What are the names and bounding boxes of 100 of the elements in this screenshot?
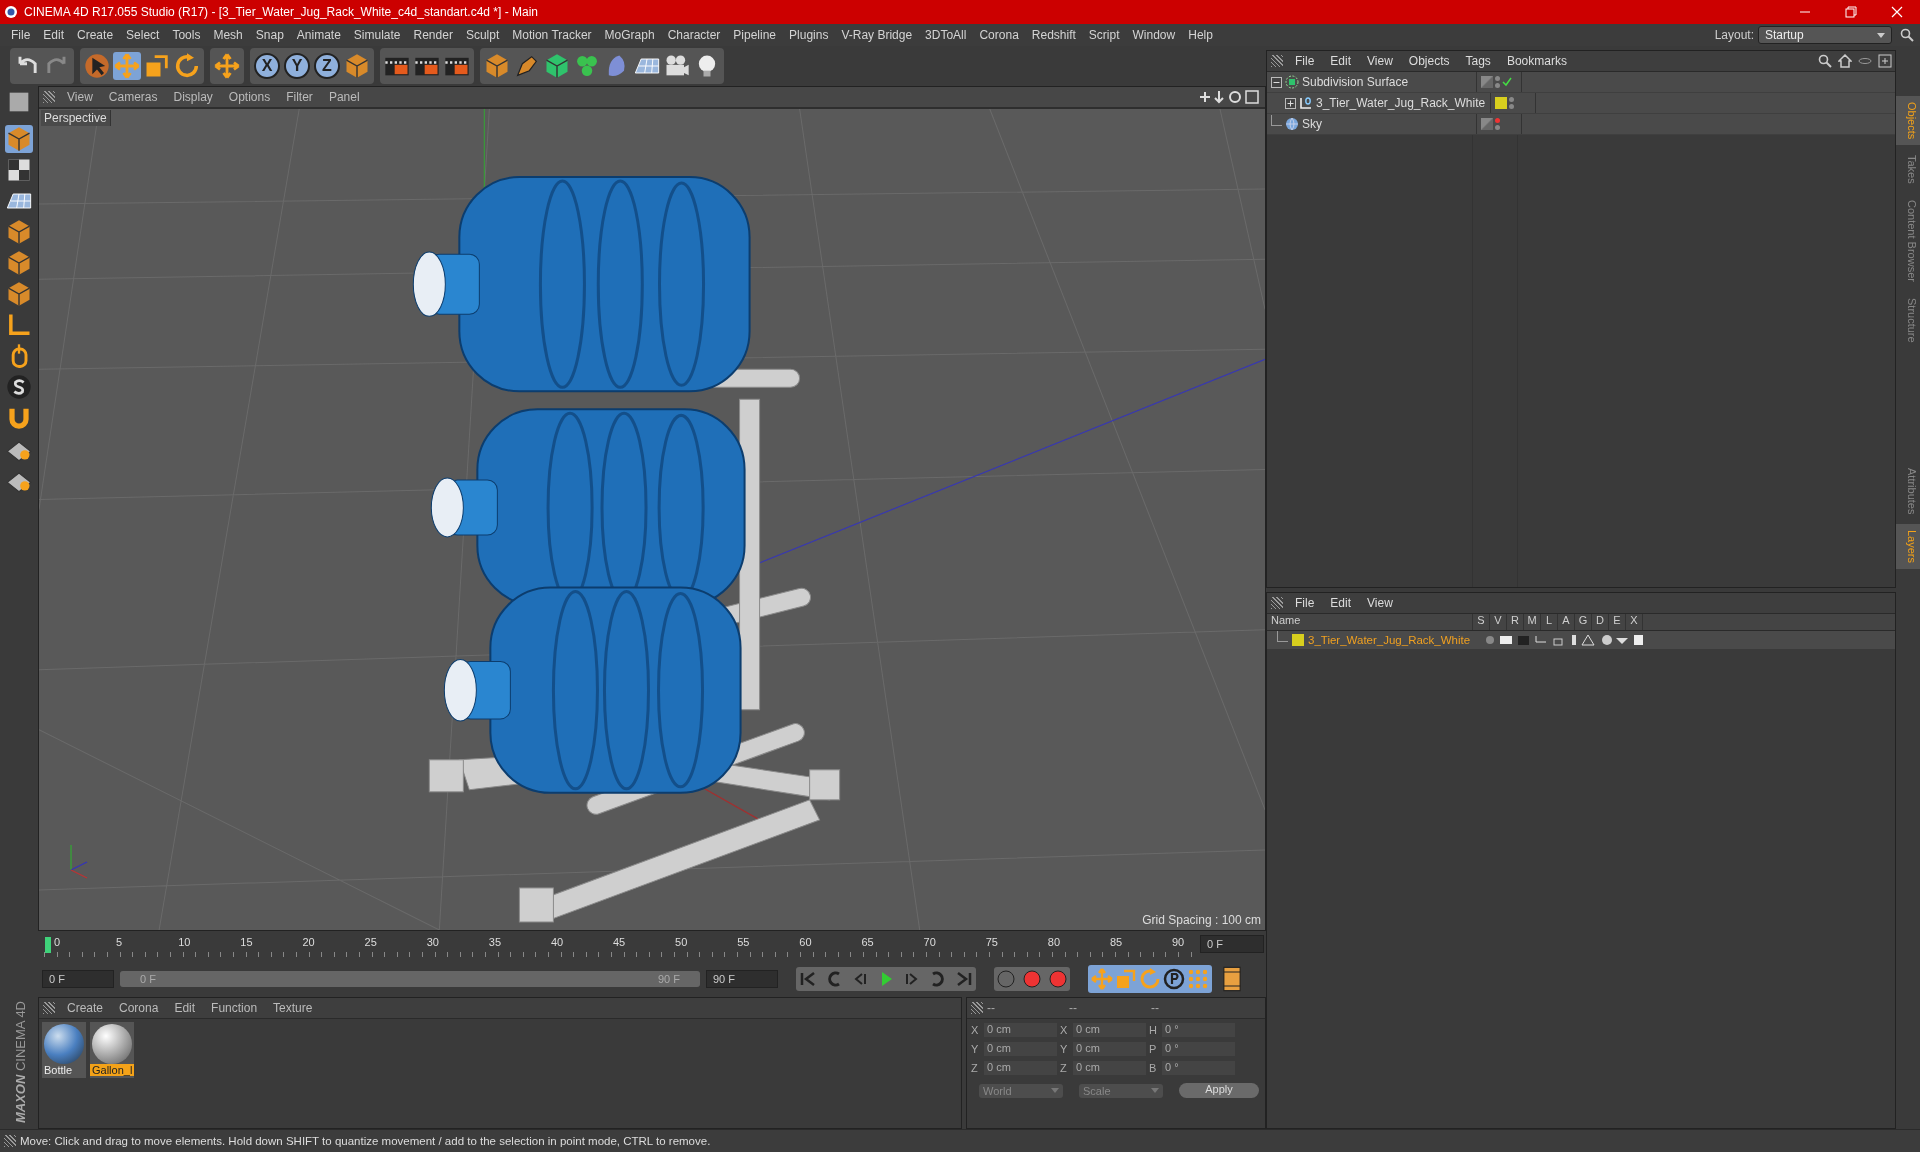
column-header[interactable]: V	[1490, 614, 1507, 630]
menu-item[interactable]: Help	[1181, 28, 1219, 42]
menu-item[interactable]: Pipeline	[726, 28, 783, 42]
visibility-dots-icon[interactable]	[1495, 76, 1500, 88]
coordinate-field[interactable]: 0 °	[1161, 1041, 1236, 1057]
menu-item[interactable]: Create	[70, 28, 120, 42]
material-menu-item[interactable]: Corona	[111, 1001, 167, 1015]
model-mode-icon[interactable]	[5, 125, 33, 153]
camera-label[interactable]: Perspective	[41, 110, 111, 126]
menu-item[interactable]: V-Ray Bridge	[834, 28, 919, 42]
menu-item[interactable]: Mesh	[206, 28, 249, 42]
coordinate-field[interactable]: 0 cm	[983, 1041, 1058, 1057]
menu-item[interactable]: Motion Tracker	[505, 28, 598, 42]
column-header[interactable]: R	[1507, 614, 1524, 630]
column-header[interactable]: S	[1473, 614, 1490, 630]
keyframe-help-icon[interactable]	[1048, 969, 1068, 989]
viewport-menu-item[interactable]: Cameras	[100, 90, 166, 104]
viewport-navigation-icon[interactable]	[1199, 90, 1259, 104]
layout-dropdown[interactable]: Startup	[1758, 26, 1892, 44]
coordinate-field[interactable]: 0 cm	[1072, 1022, 1147, 1038]
object-menu-item[interactable]: Edit	[1322, 54, 1360, 68]
visibility-dots-icon[interactable]	[1495, 118, 1500, 130]
panel-grip-icon[interactable]	[43, 1002, 55, 1014]
object-name[interactable]: Sky	[1302, 117, 1322, 131]
menu-item[interactable]: Plugins	[782, 28, 835, 42]
panel-grip-icon[interactable]	[971, 1002, 983, 1014]
subdivision-icon[interactable]	[543, 52, 571, 80]
viewport-menu-item[interactable]: Filter	[278, 90, 321, 104]
coordinate-field[interactable]: 0 °	[1161, 1022, 1236, 1038]
axis-lock-button[interactable]: Z	[314, 53, 340, 79]
axis-lock-button[interactable]: X	[254, 53, 280, 79]
material-menu-item[interactable]: Texture	[265, 1001, 321, 1015]
menu-item[interactable]: Edit	[36, 28, 71, 42]
end-frame-field[interactable]: 90 F	[706, 970, 778, 988]
column-header[interactable]: E	[1609, 614, 1626, 630]
collapse-icon[interactable]	[1271, 76, 1282, 88]
polygons-mode-icon[interactable]	[5, 280, 33, 308]
menu-item[interactable]: Tools	[165, 28, 207, 42]
edges-mode-icon[interactable]	[5, 249, 33, 277]
material-menu-item[interactable]: Create	[59, 1001, 112, 1015]
panel-grip-icon[interactable]	[4, 1135, 16, 1147]
coordinate-field[interactable]: 0 cm	[1072, 1041, 1147, 1057]
current-frame-field[interactable]: 0 F	[1200, 935, 1264, 953]
menu-item[interactable]: 3DToAll	[918, 28, 973, 42]
axis-lock-button[interactable]: Y	[284, 53, 310, 79]
menu-item[interactable]: MoGraph	[597, 28, 661, 42]
coordinate-field[interactable]: 0 cm	[983, 1060, 1058, 1076]
menu-item[interactable]: Character	[660, 28, 727, 42]
apply-button[interactable]: Apply	[1179, 1083, 1259, 1098]
side-tab[interactable]: Objects	[1896, 96, 1920, 146]
column-header[interactable]: D	[1592, 614, 1609, 630]
column-header[interactable]: X	[1626, 614, 1643, 630]
object-menu-item[interactable]: Bookmarks	[1498, 54, 1575, 68]
viewport-menu-item[interactable]: Display	[165, 90, 221, 104]
menu-item[interactable]: Simulate	[346, 28, 407, 42]
side-tab[interactable]: Layers	[1896, 523, 1920, 569]
menu-item[interactable]: File	[4, 28, 37, 42]
object-menu-item[interactable]: Tags	[1457, 54, 1499, 68]
cursor-icon[interactable]	[83, 52, 111, 80]
menu-item[interactable]: Select	[119, 28, 166, 42]
material-swatch[interactable]: Gallon_l	[90, 1022, 134, 1078]
close-icon[interactable]	[1891, 6, 1903, 18]
material-menu-item[interactable]: Function	[203, 1001, 266, 1015]
caret-icon[interactable]	[1877, 32, 1885, 38]
panel-grip-icon[interactable]	[1271, 597, 1283, 609]
column-header[interactable]: G	[1575, 614, 1592, 630]
layer-menu-item[interactable]: File	[1287, 596, 1323, 610]
layer-menu-item[interactable]: Edit	[1322, 596, 1360, 610]
coordinate-field[interactable]: 0 cm	[1072, 1060, 1147, 1076]
viewport-menu-item[interactable]: Panel	[320, 90, 368, 104]
enabled-check-icon[interactable]	[1502, 77, 1512, 87]
panel-grip-icon[interactable]	[43, 91, 55, 103]
home-icon[interactable]	[1838, 54, 1852, 68]
column-header[interactable]: M	[1524, 614, 1541, 630]
playhead-marker[interactable]	[45, 937, 51, 953]
points-mode-icon[interactable]	[5, 218, 33, 246]
material-swatch[interactable]: Bottle	[42, 1022, 86, 1078]
menu-item[interactable]: Corona	[972, 28, 1025, 42]
coordinate-field[interactable]: 0 °	[1161, 1060, 1236, 1076]
panel-grip-icon[interactable]	[1271, 55, 1283, 67]
column-header[interactable]: A	[1558, 614, 1575, 630]
coordinate-field[interactable]: 0 cm	[983, 1022, 1058, 1038]
object-menu-item[interactable]: File	[1287, 54, 1323, 68]
viewport-menu-item[interactable]: Options	[220, 90, 279, 104]
rotate-icon[interactable]	[173, 52, 201, 80]
menu-item[interactable]: Snap	[248, 28, 290, 42]
autokey-icon[interactable]	[1022, 969, 1042, 989]
material-menu-item[interactable]: Edit	[166, 1001, 204, 1015]
menu-item[interactable]: Animate	[289, 28, 347, 42]
menu-item[interactable]: Redshift	[1024, 28, 1082, 42]
layer-menu-item[interactable]: View	[1359, 596, 1401, 610]
column-header[interactable]: L	[1541, 614, 1558, 630]
object-name[interactable]: Subdivision Surface	[1302, 75, 1409, 89]
layer-name[interactable]: 3_Tier_Water_Jug_Rack_White	[1308, 634, 1478, 646]
param-key-icon[interactable]	[1162, 967, 1186, 991]
snap-icon[interactable]	[5, 373, 33, 401]
search-icon[interactable]	[1900, 28, 1914, 42]
object-menu-item[interactable]: View	[1359, 54, 1401, 68]
restore-icon[interactable]	[1845, 6, 1857, 18]
layer-color-swatch[interactable]	[1495, 97, 1507, 109]
